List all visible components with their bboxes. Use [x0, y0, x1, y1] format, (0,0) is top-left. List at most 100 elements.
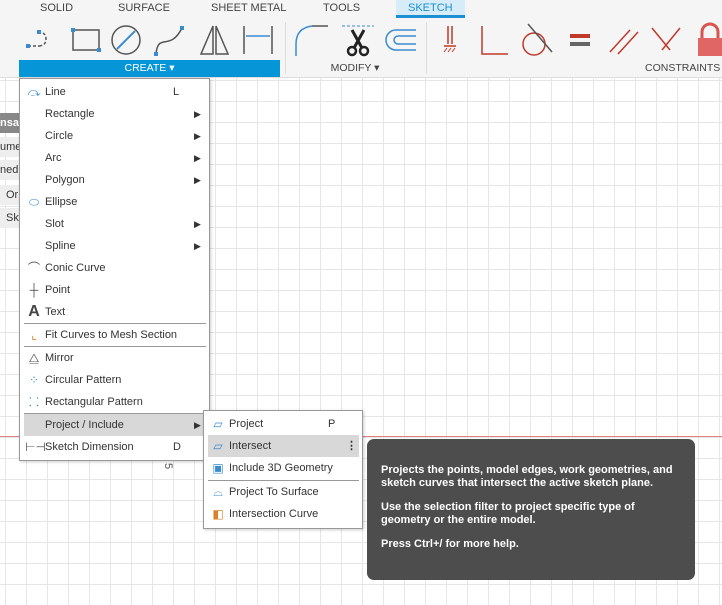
project-icon: ▱	[213, 417, 223, 431]
label: Ellipse	[45, 196, 78, 208]
menu-item-sketch-dimension[interactable]: ⊢⊣ Sketch Dimension D	[24, 436, 206, 458]
mirror-icon: ⧋	[28, 351, 40, 365]
submenu-arrow-icon: ▶	[194, 219, 201, 229]
line-tool-icon[interactable]	[22, 22, 58, 58]
label: Point	[45, 284, 71, 296]
equal-constraint-icon[interactable]	[562, 22, 598, 58]
sketch-dimension-icon: ⊢⊣	[25, 440, 46, 454]
submenu-arrow-icon: ▶	[194, 131, 201, 141]
panel-item[interactable]: Or	[0, 185, 19, 205]
menu-item-conic-curve[interactable]: ⌒ Conic Curve	[24, 257, 206, 279]
include-3d-geometry-icon: ▣	[212, 461, 224, 475]
menu-item-fit-curves[interactable]: ⌞ Fit Curves to Mesh Section	[24, 324, 206, 346]
point-icon: ┼	[29, 283, 39, 297]
menu-item-slot[interactable]: Slot ▶	[24, 213, 206, 235]
panel-header: nsa	[0, 113, 19, 133]
menu-item-arc[interactable]: Arc ▶	[24, 147, 206, 169]
lock-icon[interactable]	[692, 22, 722, 58]
tab-tools[interactable]: TOOLS	[323, 0, 360, 18]
fit-curves-icon: ⌞	[31, 328, 37, 342]
menu-item-rectangle[interactable]: Rectangle ▶	[24, 103, 206, 125]
menu-item-mirror[interactable]: ⧋ Mirror	[24, 347, 206, 369]
submenu-arrow-icon: ▶	[194, 153, 201, 163]
fillet-tool-icon[interactable]	[294, 22, 330, 58]
panel-item[interactable]: ned Y	[0, 160, 19, 180]
spline-tool-icon[interactable]	[152, 22, 188, 58]
menu-item-polygon[interactable]: Polygon ▶	[24, 169, 206, 191]
menu-item-spline[interactable]: Spline ▶	[24, 235, 206, 257]
submenu-arrow-icon: ▶	[194, 420, 201, 430]
menu-item-text[interactable]: A Text	[24, 301, 206, 323]
menu-item-point[interactable]: ┼ Point	[24, 279, 206, 301]
label: Sketch Dimension	[45, 441, 134, 453]
tooltip: Projects the points, model edges, work g…	[367, 439, 695, 580]
label: Circular Pattern	[45, 374, 122, 386]
label: Mirror	[45, 352, 74, 364]
divider	[426, 22, 427, 74]
label: Polygon	[45, 174, 85, 186]
tooltip-help: Press Ctrl+/ for more help.	[381, 538, 519, 550]
submenu-item-include-3d-geometry[interactable]: ▣ Include 3D Geometry	[208, 457, 359, 479]
dimension-tool-icon[interactable]	[240, 22, 276, 58]
perpendicular-constraint-icon[interactable]	[474, 22, 510, 58]
menu-item-circular-pattern[interactable]: ⁘ Circular Pattern	[24, 369, 206, 391]
rectangle-tool-icon[interactable]	[68, 22, 104, 58]
label: Conic Curve	[45, 262, 106, 274]
project-include-submenu: ▱ Project P ▱ Intersect ⋮ ▣ Include 3D Geomet…	[203, 410, 363, 529]
canvas-dimension-label: 5	[162, 462, 175, 470]
line-icon: ⤼	[27, 85, 41, 99]
shortcut: D	[173, 441, 181, 453]
trim-scissors-icon[interactable]	[340, 22, 376, 58]
ribbon-toolbar: SOLID SURFACE SHEET METAL TOOLS SKETCH C…	[0, 0, 722, 78]
constraints-dropdown-button[interactable]: CONSTRAINTS ▾	[620, 60, 722, 77]
project-to-surface-icon: ⌓	[213, 485, 223, 499]
conic-curve-icon: ⌒	[27, 261, 40, 275]
menu-item-circle[interactable]: Circle ▶	[24, 125, 206, 147]
divider	[285, 22, 286, 74]
label: Rectangle	[45, 108, 95, 120]
parallel-constraint-icon[interactable]	[606, 22, 642, 58]
tab-solid[interactable]: SOLID	[40, 0, 73, 18]
label: Project	[229, 418, 264, 430]
tangent-constraint-icon[interactable]	[518, 22, 554, 58]
submenu-item-project[interactable]: ▱ Project P	[208, 413, 359, 435]
submenu-item-project-to-surface[interactable]: ⌓ Project To Surface	[208, 481, 359, 503]
tooltip-description: Projects the points, model edges, work g…	[381, 464, 673, 489]
submenu-item-intersection-curve[interactable]: ◧ Intersection Curve	[208, 503, 359, 525]
perpendicular-lines-icon[interactable]	[648, 22, 684, 58]
fix-constraint-icon[interactable]	[436, 22, 472, 58]
label: Fit Curves to Mesh Section	[45, 329, 178, 341]
intersection-curve-icon: ◧	[212, 507, 224, 521]
label: Intersect	[229, 440, 272, 452]
label: Rectangular Pattern	[45, 396, 143, 408]
label: Project To Surface	[229, 486, 319, 498]
rectangular-pattern-icon: ⸬	[29, 395, 39, 409]
menu-item-ellipse[interactable]: ⬭ Ellipse	[24, 191, 206, 213]
label: Spline	[45, 240, 76, 252]
submenu-item-intersect[interactable]: ▱ Intersect ⋮	[208, 435, 359, 457]
offset-tool-icon[interactable]	[382, 22, 418, 58]
intersect-icon: ▱	[213, 439, 223, 453]
menu-item-project-include[interactable]: Project / Include ▶	[24, 414, 206, 436]
panel-item[interactable]: Sk	[0, 208, 19, 228]
create-menu: ⤼ Line L Rectangle ▶ Circle ▶ Arc ▶ Polygon ▶ …	[19, 78, 210, 461]
menu-item-rectangular-pattern[interactable]: ⸬ Rectangular Pattern	[24, 391, 206, 413]
more-options-icon[interactable]: ⋮	[346, 435, 357, 457]
menu-item-line[interactable]: ⤼ Line L	[24, 81, 206, 103]
label: Intersection Curve	[229, 508, 319, 520]
mirror-tool-icon[interactable]	[196, 22, 232, 58]
shortcut: P	[328, 418, 336, 430]
circular-pattern-icon: ⁘	[28, 373, 40, 387]
circle-tool-icon[interactable]	[108, 22, 144, 58]
tab-sheet-metal[interactable]: SHEET METAL	[211, 0, 286, 18]
tab-sketch[interactable]: SKETCH	[396, 0, 465, 18]
label: Slot	[45, 218, 64, 230]
label: Arc	[45, 152, 62, 164]
modify-dropdown-button[interactable]: MODIFY ▾	[300, 60, 410, 77]
text-icon: A	[28, 303, 40, 320]
tab-surface[interactable]: SURFACE	[118, 0, 170, 18]
ellipse-icon: ⬭	[28, 195, 40, 209]
label: Circle	[45, 130, 74, 142]
panel-item[interactable]: ume	[0, 137, 19, 157]
create-dropdown-button[interactable]: CREATE ▾	[19, 60, 280, 77]
